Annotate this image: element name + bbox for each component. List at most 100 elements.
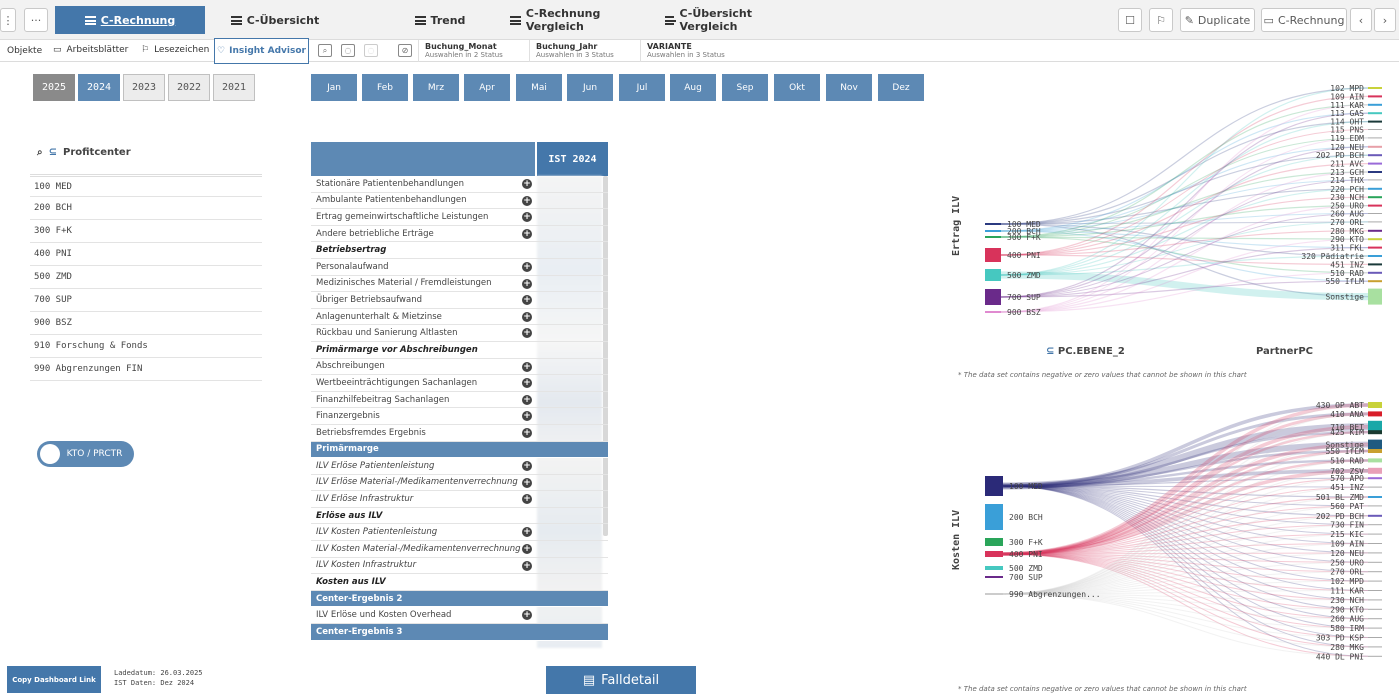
filter-buchung-jahr[interactable]: Buchung_Jahr Auswahlen in 3 Status xyxy=(529,40,629,62)
table-row[interactable]: ILV Erlöse Material-/Medikamentenverrech… xyxy=(311,475,608,492)
list-item[interactable]: 910 Forschung & Fonds xyxy=(30,335,262,358)
expand-plus-icon[interactable]: + xyxy=(522,411,532,422)
table-row[interactable]: Finanzhilfebeitrag Sachanlagen + xyxy=(311,392,608,409)
step-back-icon[interactable]: ◌ xyxy=(341,44,355,57)
table-header-ist[interactable]: IST 2024 xyxy=(537,142,608,176)
table-row[interactable]: Anlagenunterhalt & Mietzinse + xyxy=(311,309,608,326)
previous-sheet-button[interactable]: ‹ xyxy=(1350,8,1372,32)
year-button-2024[interactable]: 2024 xyxy=(78,74,120,101)
insight-advisor-button[interactable]: ♡ Insight Advisor xyxy=(214,38,309,64)
table-row[interactable]: Kosten aus ILV xyxy=(311,574,608,591)
month-button-mrz[interactable]: Mrz xyxy=(413,74,459,101)
month-button-nov[interactable]: Nov xyxy=(826,74,872,101)
expand-plus-icon[interactable]: + xyxy=(522,195,532,206)
expand-plus-icon[interactable]: + xyxy=(522,394,532,405)
month-button-mai[interactable]: Mai xyxy=(516,74,562,101)
sheet-selector-button[interactable]: ▭ C-Rechnung xyxy=(1261,8,1347,32)
arbeitsblaetter-button[interactable]: ▭ Arbeitsblätter xyxy=(53,45,128,55)
month-button-apr[interactable]: Apr xyxy=(464,74,510,101)
table-row[interactable]: Primärmarge vor Abschreibungen xyxy=(311,342,608,359)
table-row[interactable]: ILV Kosten Material-/Medikamentenverrech… xyxy=(311,541,608,558)
year-button-2023[interactable]: 2023 xyxy=(123,74,165,101)
table-row[interactable]: Erlöse aus ILV xyxy=(311,508,608,525)
tab-c-rechnung[interactable]: C-Rechnung xyxy=(55,6,205,34)
list-item[interactable]: 400 PNI xyxy=(30,243,262,266)
duplicate-button[interactable]: ✎ Duplicate xyxy=(1180,8,1255,32)
list-item[interactable]: 990 Abgrenzungen FIN xyxy=(30,358,262,381)
expand-plus-icon[interactable]: + xyxy=(522,328,532,339)
nav-menu-button[interactable]: ⋮ xyxy=(0,8,16,32)
table-row[interactable]: Wertbeeinträchtigungen Sachanlagen + xyxy=(311,375,608,392)
step-forward-icon[interactable]: ◌ xyxy=(364,44,378,57)
search-icon[interactable]: ⌕ xyxy=(37,147,43,158)
table-row[interactable]: ILV Kosten Infrastruktur + xyxy=(311,558,608,575)
expand-plus-icon[interactable]: + xyxy=(522,179,532,189)
table-row[interactable]: Betriebsfremdes Ergebnis + xyxy=(311,425,608,442)
month-button-feb[interactable]: Feb xyxy=(362,74,408,101)
expand-plus-icon[interactable]: + xyxy=(522,311,532,322)
month-button-sep[interactable]: Sep xyxy=(722,74,768,101)
month-button-okt[interactable]: Okt xyxy=(774,74,820,101)
list-item[interactable]: 900 BSZ xyxy=(30,312,262,335)
tab-c-uebersicht[interactable]: C-Übersicht xyxy=(215,6,335,34)
expand-plus-icon[interactable]: + xyxy=(522,544,532,555)
expand-plus-icon[interactable]: + xyxy=(522,461,532,472)
tab-trend[interactable]: Trend xyxy=(390,6,490,34)
list-item[interactable]: 500 ZMD xyxy=(30,266,262,289)
table-row[interactable]: ILV Erlöse Patientenleistung + xyxy=(311,458,608,475)
comment-button[interactable]: ☐ xyxy=(1118,8,1142,32)
tab-c-rechnung-vergleich[interactable]: C-Rechnung Vergleich xyxy=(510,6,660,34)
more-options-button[interactable]: ··· xyxy=(24,8,48,32)
expand-plus-icon[interactable]: + xyxy=(522,261,532,272)
expand-plus-icon[interactable]: + xyxy=(522,278,532,289)
table-row[interactable]: Center-Ergebnis 3 xyxy=(311,624,608,641)
table-row[interactable]: ILV Kosten Patientenleistung + xyxy=(311,524,608,542)
objekte-button[interactable]: Objekte xyxy=(7,46,42,56)
table-row[interactable]: Finanzergebnis + xyxy=(311,408,608,425)
table-row[interactable]: Primärmarge xyxy=(311,441,608,459)
expand-plus-icon[interactable]: + xyxy=(522,560,532,571)
filter-variante[interactable]: VARIANTE Auswahlen in 3 Status xyxy=(640,40,740,62)
expand-plus-icon[interactable]: + xyxy=(522,610,532,621)
expand-plus-icon[interactable]: + xyxy=(522,295,532,306)
tab-c-uebersicht-vergleich[interactable]: C-Übersicht Vergleich xyxy=(665,6,795,34)
table-row[interactable]: Ambulante Patientenbehandlungen + xyxy=(311,193,608,210)
filter-buchung-monat[interactable]: Buchung_Monat Auswahlen in 2 Status xyxy=(418,40,518,62)
falldetail-button[interactable]: ▤ Falldetail xyxy=(546,666,696,694)
table-row[interactable]: Personalaufwand + xyxy=(311,259,608,276)
table-row[interactable]: Andere betriebliche Erträge + xyxy=(311,226,608,243)
bookmark-button[interactable]: ⚐ xyxy=(1149,8,1173,32)
expand-plus-icon[interactable]: + xyxy=(522,527,532,538)
kto-prctr-toggle[interactable]: KTO / PRCTR xyxy=(37,441,134,467)
table-row[interactable]: Betriebsertrag xyxy=(311,242,608,259)
month-button-jul[interactable]: Jul xyxy=(619,74,665,101)
profitcenter-header[interactable]: ⌕ ⊆ Profitcenter xyxy=(37,147,131,158)
table-row[interactable]: Ertrag gemeinwirtschaftliche Leistungen + xyxy=(311,209,608,226)
month-button-dez[interactable]: Dez xyxy=(878,74,924,101)
next-sheet-button[interactable]: › xyxy=(1374,8,1396,32)
clear-selections-icon[interactable]: ⊘ xyxy=(398,44,412,57)
list-item[interactable]: 300 F+K xyxy=(30,220,262,243)
expand-plus-icon[interactable]: + xyxy=(522,361,532,372)
month-button-aug[interactable]: Aug xyxy=(670,74,716,101)
table-row[interactable]: Abschreibungen + xyxy=(311,359,608,376)
expand-plus-icon[interactable]: + xyxy=(522,427,532,438)
table-row[interactable]: Center-Ergebnis 2 xyxy=(311,590,608,608)
expand-plus-icon[interactable]: + xyxy=(522,378,532,389)
list-item[interactable]: 200 BCH xyxy=(30,197,262,220)
smart-search-icon[interactable]: ⌕ xyxy=(318,44,332,57)
expand-plus-icon[interactable]: + xyxy=(522,212,532,223)
year-button-2022[interactable]: 2022 xyxy=(168,74,210,101)
table-row[interactable]: Übriger Betriebsaufwand + xyxy=(311,292,608,309)
list-item[interactable]: 700 SUP xyxy=(30,289,262,312)
dimension-pc-ebene[interactable]: ⊆ PC.EBENE_2 xyxy=(1046,346,1125,357)
table-row[interactable]: Medizinisches Material / Fremdleistungen… xyxy=(311,276,608,293)
year-button-2025[interactable]: 2025 xyxy=(33,74,75,101)
list-item[interactable]: 100 MED xyxy=(30,174,262,197)
table-row[interactable]: ILV Erlöse und Kosten Overhead + xyxy=(311,607,608,625)
expand-plus-icon[interactable]: + xyxy=(522,228,532,239)
lesezeichen-button[interactable]: ⚐ Lesezeichen xyxy=(141,45,209,55)
table-row[interactable]: ILV Erlöse Infrastruktur + xyxy=(311,491,608,508)
expand-plus-icon[interactable]: + xyxy=(522,477,532,488)
year-button-2021[interactable]: 2021 xyxy=(213,74,255,101)
